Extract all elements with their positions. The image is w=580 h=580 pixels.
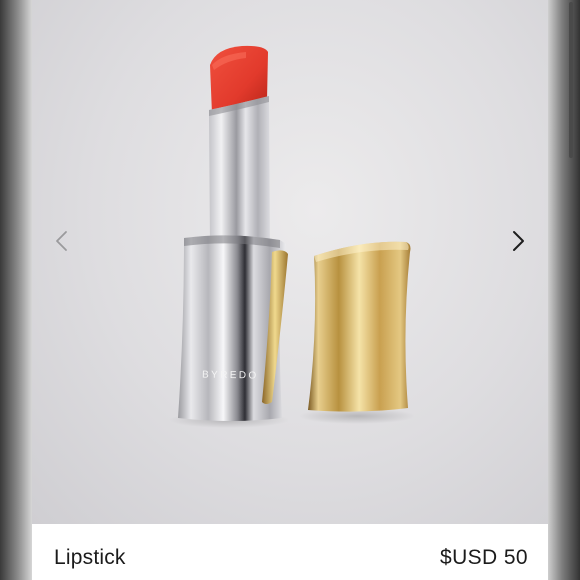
chevron-left-icon (56, 231, 67, 251)
listing-info-bar: Lipstick $USD 50 (32, 524, 548, 580)
chevron-right-icon (513, 231, 524, 251)
product-price: $USD 50 (439, 546, 528, 569)
product-title[interactable]: Lipstick (54, 546, 126, 570)
lipstick-image (169, 45, 415, 428)
next-image-button[interactable] (504, 226, 534, 256)
brand-logo-text: BYREDO (201, 369, 259, 382)
gallery-edge-right (548, 0, 580, 580)
gallery-edge-left (0, 0, 32, 580)
product-photo: BYREDO (32, 0, 548, 524)
scrollbar-thumb[interactable] (569, 2, 573, 158)
previous-image-button[interactable] (46, 226, 76, 256)
